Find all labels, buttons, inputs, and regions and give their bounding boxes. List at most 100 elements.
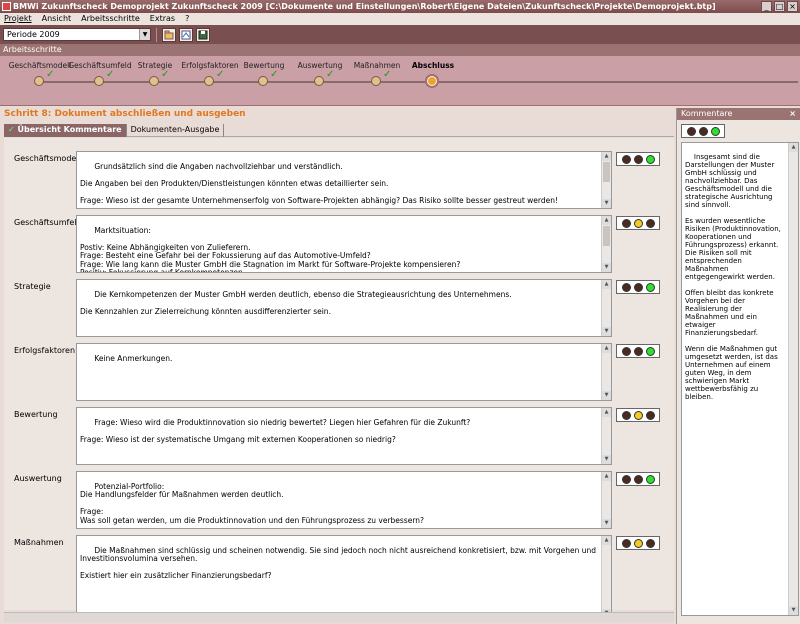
menu-arbeitsschritte[interactable]: Arbeitsschritte: [81, 13, 140, 25]
traffic-red-icon[interactable]: [686, 126, 696, 136]
scrollbar[interactable]: ▲▼: [601, 216, 611, 272]
maximize-button[interactable]: □: [774, 1, 785, 12]
traffic-red-icon[interactable]: [621, 474, 631, 484]
minimize-button[interactable]: _: [761, 1, 772, 12]
comment-row-massnahmen: Maßnahmen Die Maßnahmen sind schlüssig u…: [4, 522, 674, 619]
scroll-up-icon[interactable]: ▲: [602, 408, 611, 417]
traffic-green-icon[interactable]: [645, 218, 655, 228]
scroll-thumb[interactable]: [603, 226, 610, 246]
overall-traffic-light[interactable]: [681, 124, 725, 138]
traffic-green-icon[interactable]: [645, 154, 655, 164]
scrollbar[interactable]: ▲▼: [601, 344, 611, 400]
traffic-green-icon[interactable]: [645, 282, 655, 292]
traffic-green-icon[interactable]: [645, 538, 655, 548]
save-button[interactable]: [196, 27, 210, 42]
scroll-up-icon[interactable]: ▲: [602, 536, 611, 545]
traffic-red-icon[interactable]: [621, 410, 631, 420]
close-icon[interactable]: ×: [789, 108, 796, 120]
close-button[interactable]: ×: [787, 1, 798, 12]
comment-text: Potenzial-Portfolio: Die Handlungsfelder…: [80, 481, 425, 525]
traffic-yellow-icon[interactable]: [633, 154, 643, 164]
scroll-up-icon[interactable]: ▲: [602, 344, 611, 353]
traffic-yellow-icon[interactable]: [633, 538, 643, 548]
menu-ansicht[interactable]: Ansicht: [42, 13, 72, 25]
comment-textarea[interactable]: Die Maßnahmen sind schlüssig und scheine…: [76, 535, 612, 619]
scrollbar[interactable]: ▲▼: [601, 152, 611, 208]
traffic-light[interactable]: [616, 280, 660, 294]
traffic-light[interactable]: [616, 152, 660, 166]
traffic-light[interactable]: [616, 536, 660, 550]
step-dot: [204, 76, 214, 86]
traffic-green-icon[interactable]: [645, 346, 655, 356]
traffic-light[interactable]: [616, 472, 660, 486]
comment-row-auswertung: Auswertung Potenzial-Portfolio: Die Hand…: [4, 458, 674, 529]
traffic-yellow-icon[interactable]: [633, 410, 643, 420]
traffic-red-icon[interactable]: [621, 538, 631, 548]
traffic-yellow-icon[interactable]: [633, 474, 643, 484]
step-abschluss[interactable]: Abschluss: [393, 61, 473, 88]
scrollbar[interactable]: ▲▼: [788, 143, 798, 615]
scroll-thumb[interactable]: [603, 162, 610, 182]
comment-row-strategie: Strategie Die Kernkompetenzen der Muster…: [4, 266, 674, 337]
comment-textarea[interactable]: Keine Anmerkungen. ▲ ▼: [76, 343, 612, 401]
window-titlebar: BMWi Zukunftscheck Demoprojekt Zukunftsc…: [0, 0, 800, 13]
comment-textarea[interactable]: Frage: Wieso wird die Produktinnovation …: [76, 407, 612, 465]
comments-overview: Geschäftsmodell Grundsätzlich sind die A…: [4, 138, 674, 619]
tab-dokumenten-ausgabe[interactable]: Dokumenten-Ausgabe: [127, 124, 225, 137]
scroll-up-icon[interactable]: ▲: [602, 152, 611, 161]
traffic-red-icon[interactable]: [621, 154, 631, 164]
traffic-yellow-icon[interactable]: [633, 282, 643, 292]
scroll-up-icon[interactable]: ▲: [602, 216, 611, 225]
row-label: Bewertung: [14, 410, 58, 419]
scrollbar[interactable]: ▲▼: [601, 472, 611, 528]
menu-extras[interactable]: Extras: [150, 13, 175, 25]
traffic-green-icon[interactable]: [710, 126, 720, 136]
comment-textarea[interactable]: Marktsituation: Postiv: Keine Abhängigke…: [76, 215, 612, 273]
traffic-light[interactable]: [616, 344, 660, 358]
toolbar: Periode 2009 ▼: [0, 25, 800, 44]
comment-row-bewertung: Bewertung Frage: Wieso wird die Produkti…: [4, 394, 674, 465]
scroll-up-icon[interactable]: ▲: [789, 143, 798, 152]
comment-textarea[interactable]: Die Kernkompetenzen der Muster GmbH werd…: [76, 279, 612, 337]
overall-comment-textarea[interactable]: Insgesamt sind die Darstellungen der Mus…: [681, 142, 799, 616]
traffic-light[interactable]: [616, 216, 660, 230]
comment-textarea[interactable]: Grundsätzlich sind die Angaben nachvollz…: [76, 151, 612, 209]
comment-text: Die Kernkompetenzen der Muster GmbH werd…: [80, 289, 512, 316]
period-select[interactable]: Periode 2009 ▼: [3, 28, 151, 41]
check-icon: ✓: [106, 69, 115, 80]
step-dot: [371, 76, 381, 86]
traffic-green-icon[interactable]: [645, 474, 655, 484]
step-dot: [314, 76, 324, 86]
scrollbar[interactable]: ▲▼: [601, 408, 611, 464]
open-icon: [164, 30, 174, 39]
traffic-red-icon[interactable]: [621, 282, 631, 292]
traffic-yellow-icon[interactable]: [698, 126, 708, 136]
traffic-light[interactable]: [616, 408, 660, 422]
menu-projekt[interactable]: Projekt: [4, 13, 32, 25]
step-dot: [94, 76, 104, 86]
export-button[interactable]: [179, 27, 193, 42]
row-label: Erfolgsfaktoren: [14, 346, 76, 355]
traffic-red-icon[interactable]: [621, 346, 631, 356]
check-icon: ✓: [383, 69, 392, 80]
menu-help[interactable]: ?: [185, 13, 189, 25]
open-button[interactable]: [162, 27, 176, 42]
horizontal-scrollbar[interactable]: [4, 612, 674, 622]
traffic-yellow-icon[interactable]: [633, 218, 643, 228]
export-icon: [181, 30, 191, 39]
traffic-red-icon[interactable]: [621, 218, 631, 228]
traffic-green-icon[interactable]: [645, 410, 655, 420]
scrollbar[interactable]: ▲▼: [601, 536, 611, 618]
comment-text: Frage: Wieso wird die Produktinnovation …: [80, 417, 471, 444]
menubar: Projekt Ansicht Arbeitsschritte Extras ?: [0, 13, 800, 25]
scroll-down-icon[interactable]: ▼: [789, 606, 798, 615]
check-icon: ✓: [8, 125, 15, 134]
traffic-yellow-icon[interactable]: [633, 346, 643, 356]
chevron-down-icon[interactable]: ▼: [139, 29, 150, 40]
comment-row-geschaeftsumfeld: Geschäftsumfeld Marktsituation: Postiv: …: [4, 202, 674, 273]
tab-uebersicht-kommentare[interactable]: ✓ Übersicht Kommentare: [4, 124, 127, 137]
scrollbar[interactable]: ▲▼: [601, 280, 611, 336]
comment-textarea[interactable]: Potenzial-Portfolio: Die Handlungsfelder…: [76, 471, 612, 529]
scroll-up-icon[interactable]: ▲: [602, 472, 611, 481]
scroll-up-icon[interactable]: ▲: [602, 280, 611, 289]
